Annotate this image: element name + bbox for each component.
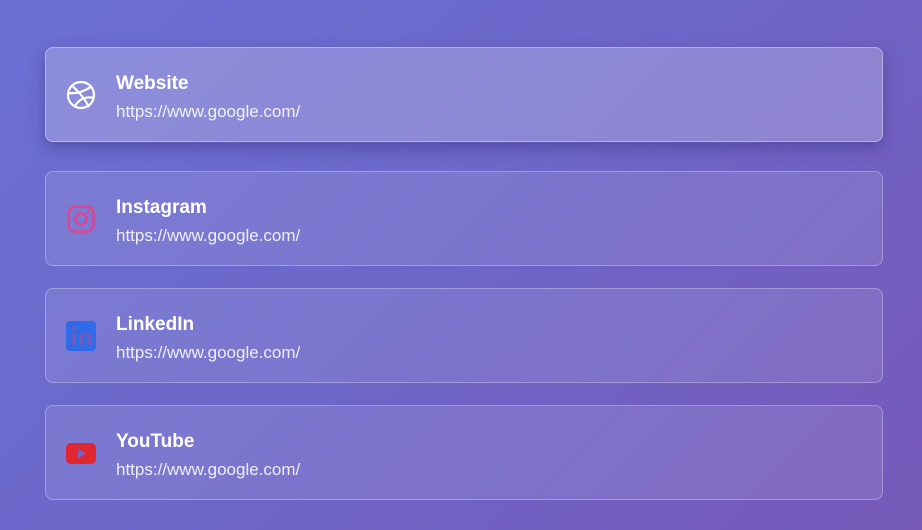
link-title: Website — [116, 73, 189, 94]
link-url: https://www.google.com/ — [116, 102, 301, 121]
link-title: LinkedIn — [116, 314, 195, 335]
dribbble-globe-icon — [66, 80, 96, 110]
link-url: https://www.google.com/ — [116, 343, 301, 362]
link-card-linkedin[interactable]: LinkedIn https://www.google.com/ — [45, 288, 883, 383]
youtube-icon — [66, 443, 96, 464]
link-url: https://www.google.com/ — [116, 460, 301, 479]
link-card-instagram[interactable]: Instagram https://www.google.com/ — [45, 171, 883, 266]
instagram-icon — [67, 205, 95, 233]
link-url: https://www.google.com/ — [116, 226, 301, 245]
linkedin-icon — [66, 321, 96, 351]
link-title: Instagram — [116, 197, 207, 218]
link-card-website[interactable]: Website https://www.google.com/ — [45, 47, 883, 142]
link-card-youtube[interactable]: YouTube https://www.google.com/ — [45, 405, 883, 500]
link-title: YouTube — [116, 431, 195, 452]
